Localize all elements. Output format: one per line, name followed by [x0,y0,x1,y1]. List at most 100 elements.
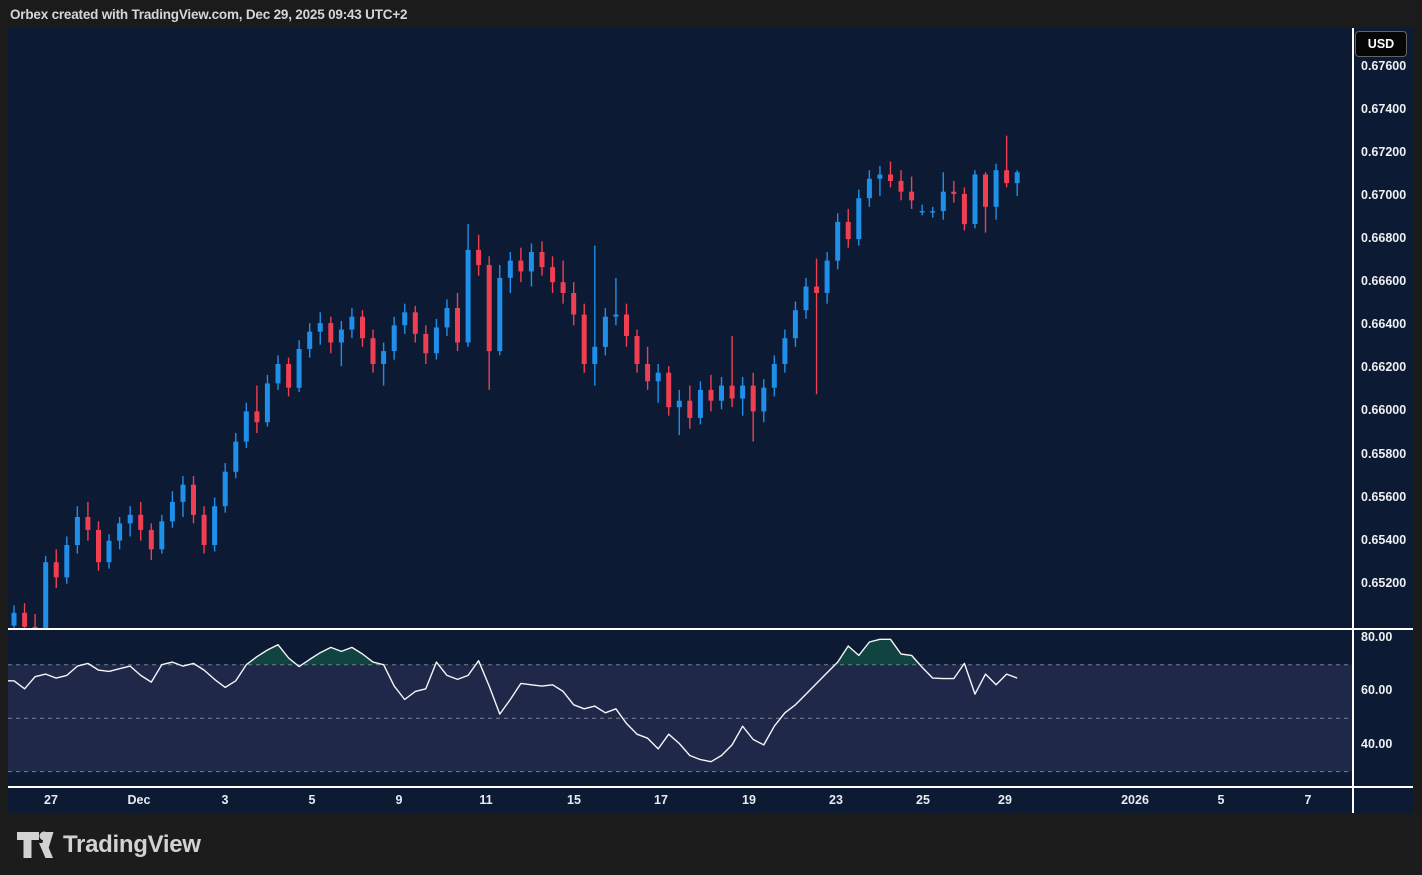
candle-body [328,323,333,342]
candle-body [265,383,270,422]
candle-body [877,175,882,179]
candle-body [930,211,935,212]
candle-body [455,308,460,343]
candle-body [497,278,502,351]
candle-body [994,170,999,207]
candle-body [138,515,143,530]
watermark-bar: Orbex created with TradingView.com, Dec … [0,0,1422,28]
candle-body [899,181,904,192]
price-tick-label: 0.67200 [1361,145,1406,159]
candle-body [909,192,914,201]
price-tick-label: 0.67400 [1361,102,1406,116]
candle-body [613,315,618,317]
candle-body [434,327,439,353]
rsi-pane[interactable] [8,630,1353,786]
candle-body [540,252,545,267]
rsi-tick-label: 60.00 [1361,683,1392,697]
time-tick-label: 2026 [1121,793,1149,807]
candle-body [318,323,323,332]
time-tick-label: Dec [128,793,151,807]
tradingview-logo-icon [16,828,54,862]
tradingview-logo: TradingView [16,828,201,862]
candle-body [687,401,692,418]
candle-body [825,261,830,293]
candle-body [666,373,671,408]
currency-badge[interactable]: USD [1355,31,1407,57]
time-tick-label: 29 [998,793,1012,807]
candle-body [804,287,809,311]
time-tick-label: 27 [44,793,58,807]
right-margin-strip [1413,28,1422,813]
candle-body [709,390,714,401]
candle-body [973,175,978,225]
candle-body [244,411,249,441]
candlestick-canvas[interactable] [8,28,1353,629]
time-tick-label: 19 [742,793,756,807]
candle-body [12,613,17,626]
candle-body [518,261,523,272]
candle-body [951,192,956,194]
candle-body [223,472,228,507]
candle-body [75,517,80,545]
time-tick-label: 11 [479,793,492,807]
price-tick-label: 0.66000 [1361,403,1406,417]
time-tick-label: 3 [222,793,229,807]
candle-body [846,222,851,239]
price-tick-label: 0.65800 [1361,447,1406,461]
candle-body [856,198,861,239]
candle-body [22,613,27,627]
price-tick-label: 0.66400 [1361,317,1406,331]
time-tick-label: 5 [309,793,316,807]
candle-body [54,562,59,577]
price-axis[interactable]: USD 0.676000.674000.672000.670000.668000… [1354,28,1413,813]
candle-body [423,334,428,353]
candle-body [561,282,566,293]
candle-body [835,222,840,261]
candle-body [381,351,386,364]
candle-body [202,515,207,545]
candle-body [445,308,450,327]
price-tick-label: 0.66200 [1361,360,1406,374]
brand-text: TradingView [63,831,201,859]
time-tick-label: 17 [654,793,668,807]
candle-body [1004,170,1009,183]
candle-body [730,386,735,399]
candle-body [297,349,302,388]
candle-body [677,401,682,408]
candle-body [413,312,418,334]
pane-separator[interactable] [8,628,1413,630]
candle-body [307,332,312,349]
candle-body [814,287,819,294]
rsi-tick-label: 80.00 [1361,630,1392,644]
time-tick-label: 9 [396,793,403,807]
price-pane[interactable] [8,28,1353,629]
time-axis[interactable]: 27Dec35911151719232529202657 [8,788,1353,813]
candle-body [149,530,154,549]
price-tick-label: 0.65600 [1361,490,1406,504]
candle-body [962,194,967,224]
candle-body [170,502,175,521]
candle-body [107,541,112,563]
candle-body [983,175,988,207]
candle-body [392,325,397,351]
candle-body [582,315,587,365]
price-axis-separator [1352,28,1354,813]
rsi-canvas[interactable] [8,630,1353,786]
watermark-text: Orbex created with TradingView.com, Dec … [10,7,407,22]
candles-layer [12,136,1020,629]
candle-body [191,485,196,515]
price-tick-label: 0.67600 [1361,59,1406,73]
candle-body [698,390,703,418]
candle-body [339,330,344,343]
candle-body [159,521,164,549]
candle-body [349,317,354,330]
candle-body [43,562,48,629]
candle-body [128,515,133,524]
candle-body [233,442,238,472]
candle-body [487,265,492,351]
candle-body [782,338,787,364]
candle-body [635,336,640,364]
candle-body [603,317,608,347]
candle-body [181,485,186,502]
candle-body [772,364,777,388]
